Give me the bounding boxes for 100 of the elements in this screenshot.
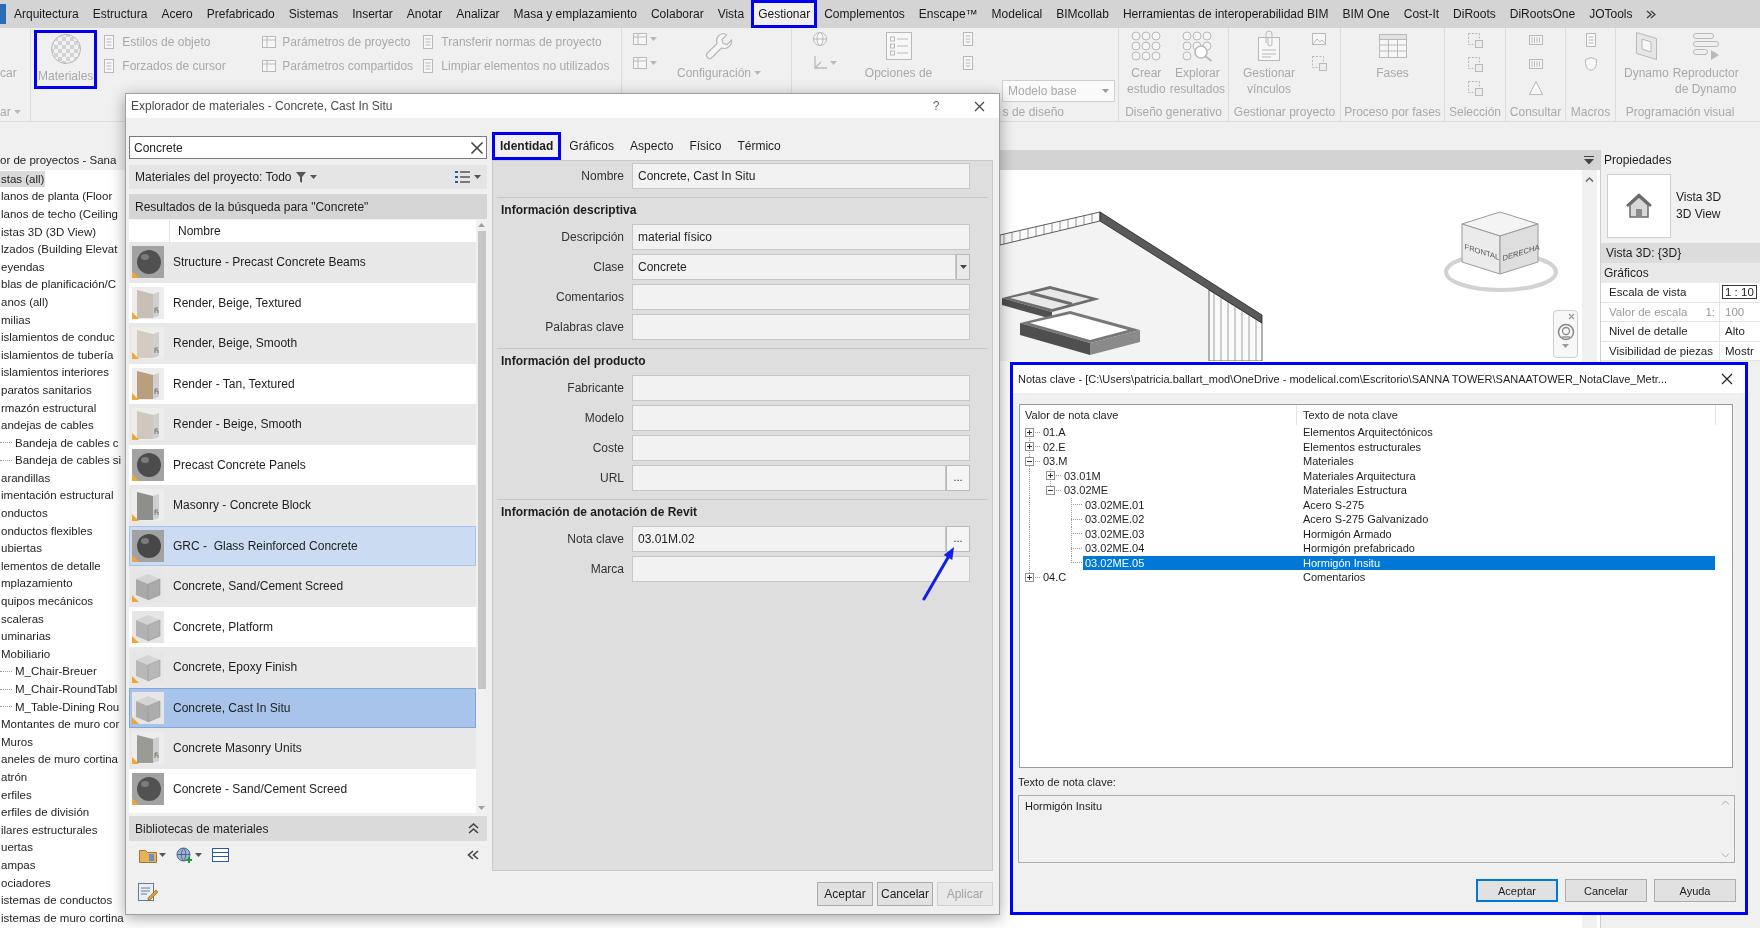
folder-icon[interactable] [139,847,157,863]
browser-item[interactable]: milias [0,311,32,328]
tab[interactable]: Identidad [492,132,562,160]
scroll-up-icon[interactable] [1585,177,1594,182]
text-field[interactable] [632,435,970,461]
scroll-down-icon[interactable] [1721,853,1730,858]
column-header[interactable]: Texto de nota clave [1297,405,1716,425]
browse-button[interactable]: ... [946,526,970,552]
close-icon[interactable] [974,100,985,112]
browser-item[interactable]: aneles de muro cortina [0,751,119,768]
browser-item[interactable]: istas 3D (3D View) [0,223,97,240]
dialog-button[interactable]: Cancelar [877,882,933,906]
browser-item[interactable]: Muros [0,733,34,750]
browser-item[interactable]: scaleras [0,610,45,627]
browser-item[interactable]: onductos [0,505,49,522]
material-row[interactable]: GRC - Glass Reinforced Concrete [129,525,476,566]
text-field[interactable] [632,314,970,340]
list-view-icon[interactable] [455,171,470,183]
material-row[interactable]: Render, Beige, Textured [129,282,476,323]
property-value[interactable]: Mostr [1722,343,1757,358]
keynote-value[interactable]: 03.02ME.02 [1083,512,1297,527]
text-field[interactable]: 03.01M.02 [632,526,946,552]
caret-icon[interactable] [309,175,317,179]
dialog-button[interactable]: Aceptar [1476,879,1558,902]
browser-item[interactable]: uertas [0,839,34,856]
dialog-button[interactable]: Cancelar [1565,879,1647,902]
browser-item[interactable]: imentación estructural [0,487,115,504]
expand-icon[interactable] [1025,442,1034,452]
material-row[interactable]: Concrete, Sand/Cement Screed [129,566,476,607]
browser-item[interactable]: stas (all) [0,170,46,187]
browser-item[interactable]: M_Chair-Breuer [14,663,98,680]
text-area[interactable]: Hormigón Insitu [1018,795,1735,863]
material-row[interactable]: Precast Concrete Panels [129,444,476,485]
keynote-value[interactable]: 03.01M [1062,468,1297,483]
keynote-value[interactable]: 04.C [1041,570,1297,585]
dropdown-field[interactable]: Concrete [632,254,956,280]
material-row[interactable]: Concrete, Epoxy Finish [129,647,476,688]
browser-item[interactable]: istemas de muro cortina [0,909,125,926]
view-cube[interactable] [1444,211,1558,292]
scrollbar-thumb[interactable] [477,231,486,689]
caret-icon[interactable] [474,175,481,179]
text-field[interactable] [632,375,970,401]
material-row[interactable]: Concrete Masonry Units [129,728,476,769]
browser-item[interactable]: onductos flexibles [0,522,94,539]
scroll-down-icon[interactable] [478,806,485,810]
browser-item[interactable]: arandillas [0,469,52,486]
material-row[interactable]: Concrete - Sand/Cement Screed [129,768,476,809]
browser-item[interactable]: lanos de techo (Ceiling [0,206,119,222]
keynote-value[interactable]: 03.02ME.04 [1083,541,1297,556]
keynote-value[interactable]: 03.02ME.01 [1083,497,1297,512]
browser-item[interactable]: uminarias [0,628,52,645]
close-icon[interactable] [1721,373,1733,385]
caret-icon[interactable] [195,853,202,857]
double-chevron-left-icon[interactable] [467,850,479,860]
expand-icon[interactable] [1046,471,1055,481]
browser-item[interactable]: ilares estructurales [0,821,99,838]
property-value[interactable]: 1 : 10 [1722,285,1757,300]
selected-row[interactable]: 03.02ME.05 Hormigón Insitu [1083,555,1715,570]
menu-caret-icon[interactable] [1584,155,1594,165]
search-field[interactable]: Concrete [129,136,487,159]
browser-item[interactable]: lementos de detalle [0,557,102,574]
more-tabs-icon[interactable] [1645,9,1656,19]
group-header[interactable]: Gráficos [1601,263,1760,283]
browser-item[interactable]: anos (all) [0,293,50,310]
scrollbar[interactable] [476,220,487,813]
browser-item[interactable]: M_Chair-RoundTabl [14,681,119,697]
text-field[interactable] [632,556,970,582]
globe-plus-icon[interactable] [176,846,193,864]
tab[interactable]: Gráficos [561,132,623,160]
browser-item[interactable]: atrón [0,769,29,785]
tab[interactable]: Aspecto [622,132,682,160]
material-row[interactable]: Render, Beige, Smooth [129,323,476,364]
material-row[interactable]: Render - Beige, Smooth [129,404,476,445]
expand-icon[interactable] [1025,572,1034,582]
dropdown-button[interactable] [956,254,970,280]
browser-item[interactable]: ociadores [0,874,52,891]
collapse-icon[interactable] [1046,485,1055,495]
browser-item[interactable]: ampas [0,856,37,873]
material-row[interactable]: Structure - Precast Concrete Beams [129,242,476,283]
ring-icon[interactable] [1556,323,1575,341]
expand-icon[interactable] [1025,427,1034,437]
browser-item[interactable]: islamientos de tubería [0,346,115,363]
material-row[interactable]: Masonry - Concrete Block [129,485,476,526]
tab[interactable]: Físico [681,132,730,160]
text-field[interactable]: Concrete, Cast In Situ [632,163,970,189]
help-button[interactable]: ? [929,99,943,113]
filter-dropdown[interactable]: Materiales del proyecto: Todo [135,170,292,184]
tab[interactable]: Térmico [729,132,789,160]
dialog-button[interactable]: Aceptar [817,882,873,906]
browser-item[interactable]: erfiles de división [0,804,91,821]
browser-item[interactable]: M_Table-Dining Rou [14,698,121,715]
browser-item[interactable]: paratos sanitarios [0,381,93,398]
browser-item[interactable]: Bandeja de cables c [14,434,120,451]
keynote-value[interactable]: 03.M [1041,454,1297,469]
keynote-value[interactable]: 03.02ME.03 [1083,526,1297,541]
browser-item[interactable]: rmazón estructural [0,399,98,416]
keynote-value[interactable]: 03.02ME [1062,483,1297,498]
browser-item[interactable]: andejas de cables [0,417,95,434]
panel-icon[interactable] [212,848,229,862]
browser-item[interactable]: lanos de planta (Floor [0,188,114,205]
